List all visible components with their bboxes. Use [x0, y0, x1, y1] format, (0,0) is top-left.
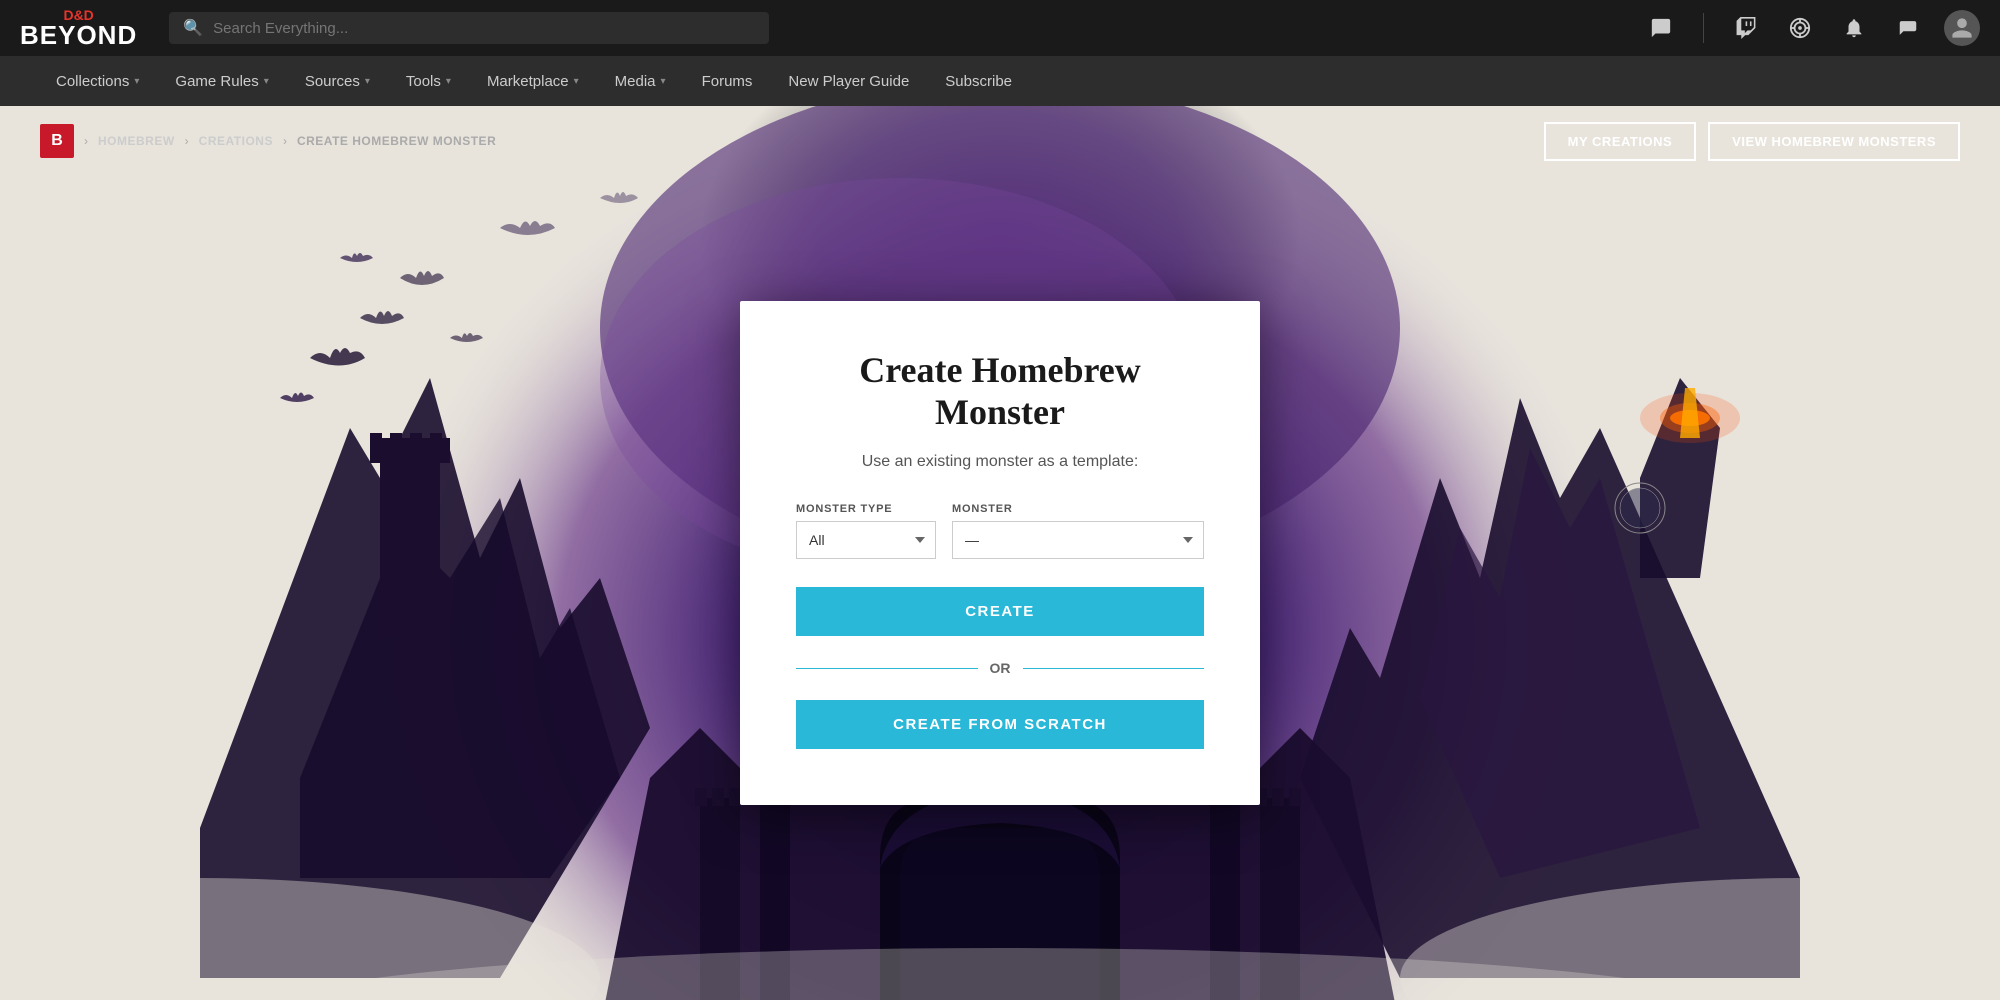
- twitch-icon[interactable]: [1728, 10, 1764, 46]
- nav-marketplace[interactable]: Marketplace ▾: [471, 56, 595, 106]
- nav-forums[interactable]: Forums: [686, 56, 769, 106]
- nav-subscribe[interactable]: Subscribe: [929, 56, 1028, 106]
- nav-icon-group: [1643, 10, 1980, 46]
- breadcrumb-actions: MY CREATIONS VIEW HOMEBREW MONSTERS: [1544, 122, 1960, 161]
- my-creations-button[interactable]: MY CREATIONS: [1544, 122, 1696, 161]
- form-row: MONSTER TYPE All Beast Humanoid Undead F…: [796, 503, 1204, 559]
- nav-collections[interactable]: Collections ▾: [40, 56, 155, 106]
- nav-tools[interactable]: Tools ▾: [390, 56, 467, 106]
- monster-group: MONSTER —: [952, 503, 1204, 559]
- breadcrumb-chevron-3: ›: [283, 134, 287, 148]
- chevron-down-icon: ▾: [574, 76, 579, 87]
- chevron-down-icon: ▾: [446, 76, 451, 87]
- nav-sources[interactable]: Sources ▾: [289, 56, 386, 106]
- nav-new-player-guide[interactable]: New Player Guide: [772, 56, 925, 106]
- chevron-down-icon: ▾: [365, 76, 370, 87]
- breadcrumb-bar: B › HOMEBREW › CREATIONS › CREATE HOMEBR…: [0, 106, 2000, 176]
- secondary-navbar: Collections ▾ Game Rules ▾ Sources ▾ Too…: [0, 56, 2000, 106]
- or-line-right: [1023, 668, 1205, 669]
- breadcrumb: B › HOMEBREW › CREATIONS › CREATE HOMEBR…: [40, 124, 496, 158]
- or-text: OR: [990, 660, 1011, 676]
- search-icon: 🔍: [183, 18, 203, 38]
- monster-label: MONSTER: [952, 503, 1204, 515]
- breadcrumb-chevron-1: ›: [84, 134, 88, 148]
- chat-bubble-icon[interactable]: [1643, 10, 1679, 46]
- logo-beyond: BEYOND: [20, 22, 137, 48]
- target-icon[interactable]: [1782, 10, 1818, 46]
- create-button[interactable]: CREATE: [796, 587, 1204, 636]
- breadcrumb-current: CREATE HOMEBREW MONSTER: [297, 134, 496, 148]
- separator: [1703, 13, 1704, 43]
- or-line-left: [796, 668, 978, 669]
- form-title: Create Homebrew Monster: [796, 349, 1204, 433]
- chevron-down-icon: ▾: [661, 76, 666, 87]
- breadcrumb-creations[interactable]: CREATIONS: [199, 134, 273, 148]
- bell-icon[interactable]: [1836, 10, 1872, 46]
- monster-select[interactable]: —: [952, 521, 1204, 559]
- logo[interactable]: D&D BEYOND: [20, 8, 137, 48]
- view-homebrew-button[interactable]: VIEW HOMEBREW MONSTERS: [1708, 122, 1960, 161]
- breadcrumb-homebrew[interactable]: HOMEBREW: [98, 134, 175, 148]
- home-breadcrumb[interactable]: B: [40, 124, 74, 158]
- top-navbar: D&D BEYOND 🔍: [0, 0, 2000, 56]
- user-avatar[interactable]: [1944, 10, 1980, 46]
- chevron-down-icon: ▾: [264, 76, 269, 87]
- search-bar[interactable]: 🔍: [169, 12, 769, 44]
- nav-game-rules[interactable]: Game Rules ▾: [159, 56, 284, 106]
- monster-type-group: MONSTER TYPE All Beast Humanoid Undead F…: [796, 503, 936, 559]
- monster-type-label: MONSTER TYPE: [796, 503, 936, 515]
- create-from-scratch-button[interactable]: CREATE FROM SCRATCH: [796, 700, 1204, 749]
- or-divider: OR: [796, 660, 1204, 676]
- create-monster-form: Create Homebrew Monster Use an existing …: [740, 301, 1260, 805]
- monster-type-select[interactable]: All Beast Humanoid Undead Fiend Celestia…: [796, 521, 936, 559]
- nav-media[interactable]: Media ▾: [599, 56, 682, 106]
- hero-area: B › HOMEBREW › CREATIONS › CREATE HOMEBR…: [0, 106, 2000, 1000]
- breadcrumb-chevron-2: ›: [185, 134, 189, 148]
- message-icon[interactable]: [1890, 10, 1926, 46]
- form-subtitle: Use an existing monster as a template:: [796, 453, 1204, 471]
- chevron-down-icon: ▾: [134, 76, 139, 87]
- search-input[interactable]: [213, 20, 755, 37]
